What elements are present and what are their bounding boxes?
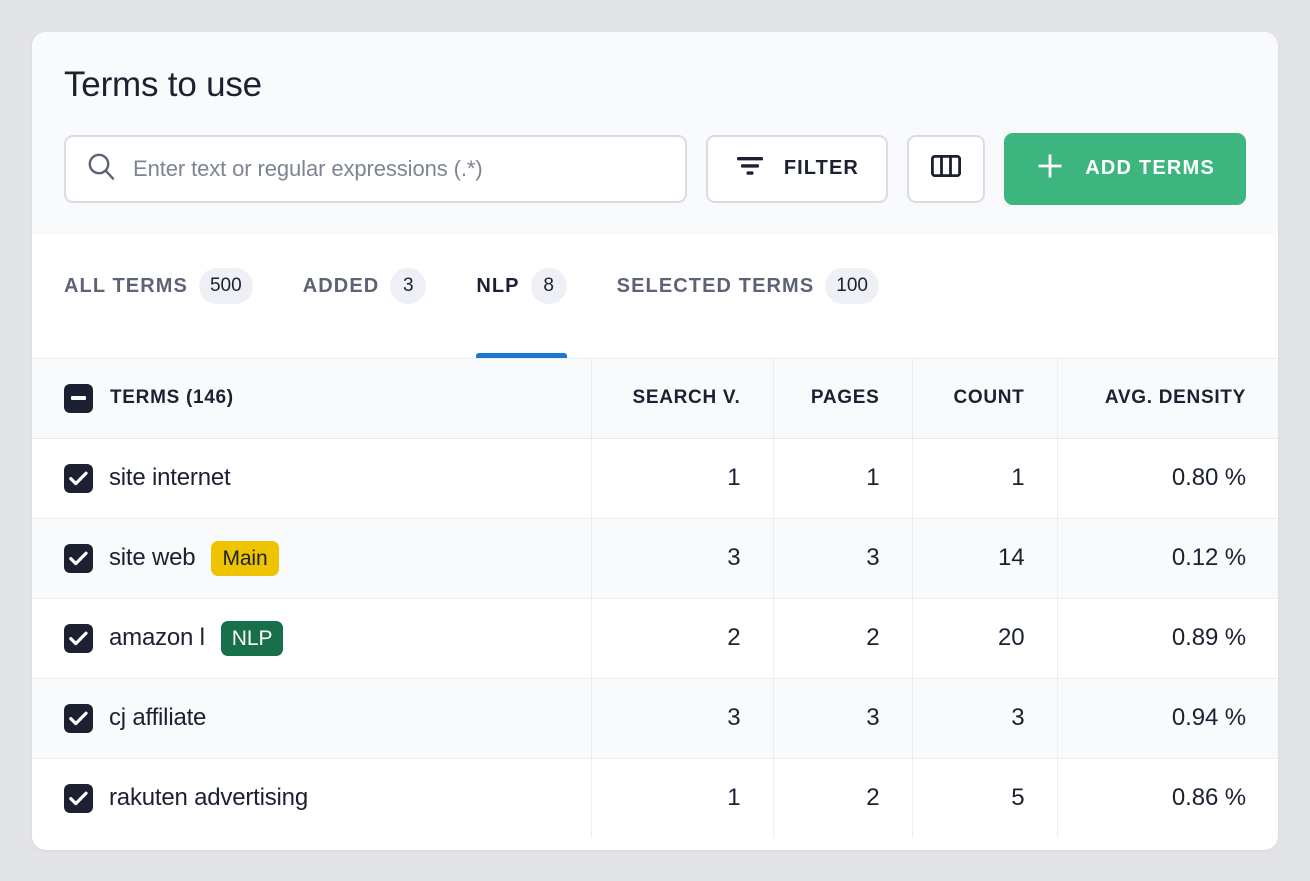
tab-count-badge: 500 bbox=[198, 267, 253, 304]
cell-term: amazon l NLP bbox=[32, 598, 592, 679]
plus-icon bbox=[1035, 151, 1065, 186]
check-icon bbox=[69, 471, 88, 485]
active-tab-indicator bbox=[476, 352, 567, 358]
row-checkbox[interactable] bbox=[64, 623, 93, 653]
filter-button[interactable]: FILTER bbox=[706, 134, 889, 203]
column-header-pages[interactable]: PAGES bbox=[773, 357, 913, 439]
table-body: site internet 1 1 1 0.80 % site web Main… bbox=[32, 438, 1278, 838]
term-label: rakuten advertising bbox=[109, 784, 308, 812]
cell-term: site internet bbox=[32, 438, 592, 519]
check-icon bbox=[69, 711, 88, 725]
column-header-density[interactable]: AVG. DENSITY bbox=[1057, 357, 1278, 439]
select-all-checkbox[interactable] bbox=[64, 383, 93, 413]
row-checkbox[interactable] bbox=[64, 703, 93, 733]
cell-term: cj affiliate bbox=[32, 678, 592, 759]
cell-count: 14 bbox=[912, 518, 1058, 599]
terms-card: Terms to use Enter text or regular expre… bbox=[32, 32, 1278, 850]
table-row[interactable]: rakuten advertising 1 2 5 0.86 % bbox=[32, 758, 1278, 838]
add-terms-button[interactable]: ADD TERMS bbox=[1004, 132, 1246, 205]
tab-label: SELECTED TERMS bbox=[616, 274, 815, 297]
cell-density: 0.80 % bbox=[1057, 438, 1278, 519]
tab-count-badge: 3 bbox=[390, 267, 427, 304]
table-row[interactable]: cj affiliate 3 3 3 0.94 % bbox=[32, 678, 1278, 759]
cell-count: 20 bbox=[912, 598, 1058, 679]
term-label: cj affiliate bbox=[109, 704, 207, 731]
cell-count: 5 bbox=[912, 758, 1058, 838]
cell-pages: 2 bbox=[773, 598, 913, 679]
search-field[interactable] bbox=[64, 134, 688, 203]
tab-nlp[interactable]: NLP 8 bbox=[476, 262, 590, 358]
toolbar: Terms to use Enter text or regular expre… bbox=[32, 32, 1278, 236]
row-checkbox[interactable] bbox=[64, 463, 93, 493]
search-input[interactable] bbox=[133, 155, 666, 182]
table-header-row: TERMS (146) SEARCH V. PAGES COUNT AVG. D… bbox=[32, 357, 1278, 439]
cell-density: 0.94 % bbox=[1057, 678, 1278, 759]
cell-search-volume: 3 bbox=[591, 678, 774, 759]
cell-density: 0.86 % bbox=[1171, 784, 1246, 812]
toolbar-controls: FILTER bbox=[64, 132, 1246, 205]
check-icon bbox=[69, 551, 88, 565]
cell-term: site web Main bbox=[32, 518, 592, 599]
table-row[interactable]: amazon l NLP 2 2 20 0.89 % bbox=[32, 598, 1278, 679]
tab-selected-terms[interactable]: SELECTED TERMS 100 bbox=[617, 262, 903, 358]
filter-icon bbox=[736, 155, 764, 182]
cell-search-volume: 3 bbox=[591, 518, 774, 599]
column-header-count[interactable]: COUNT bbox=[912, 357, 1058, 439]
check-icon bbox=[69, 791, 88, 805]
tab-label: ADDED bbox=[302, 274, 380, 297]
column-header-terms-label: TERMS (146) bbox=[110, 387, 234, 408]
tab-label: NLP bbox=[476, 274, 520, 297]
column-header-search-volume[interactable]: SEARCH V. bbox=[591, 357, 774, 439]
cell-pages: 3 bbox=[773, 678, 913, 759]
filter-button-label: FILTER bbox=[783, 157, 859, 179]
term-label: amazon l bbox=[109, 624, 205, 651]
cell-pages: 1 bbox=[773, 438, 913, 519]
term-label: site internet bbox=[109, 464, 231, 491]
cell-term: rakuten advertising bbox=[32, 758, 592, 838]
cell-density: 0.12 % bbox=[1057, 518, 1278, 599]
cell-count: 3 bbox=[912, 678, 1058, 759]
indeterminate-dash-icon bbox=[71, 396, 86, 400]
tab-count-badge: 8 bbox=[530, 267, 567, 304]
search-icon bbox=[86, 151, 117, 187]
check-icon bbox=[69, 631, 88, 645]
tab-bar: ALL TERMS 500 ADDED 3 NLP 8 SELECTED TER… bbox=[32, 235, 1278, 358]
add-terms-label: ADD TERMS bbox=[1085, 157, 1215, 179]
columns-icon bbox=[931, 153, 962, 184]
table-row[interactable]: site internet 1 1 1 0.80 % bbox=[32, 438, 1278, 519]
main-badge: Main bbox=[211, 540, 279, 576]
cell-search-volume: 1 bbox=[591, 758, 774, 838]
nlp-badge: NLP bbox=[220, 620, 284, 656]
table-row[interactable]: site web Main 3 3 14 0.12 % bbox=[32, 518, 1278, 599]
column-header-terms: TERMS (146) bbox=[32, 357, 592, 439]
table-header: TERMS (146) SEARCH V. PAGES COUNT AVG. D… bbox=[32, 357, 1278, 439]
row-checkbox[interactable] bbox=[64, 783, 93, 813]
tab-all-terms[interactable]: ALL TERMS 500 bbox=[64, 262, 277, 358]
term-label: site web bbox=[109, 544, 196, 571]
cell-pages: 3 bbox=[773, 518, 913, 599]
row-checkbox[interactable] bbox=[64, 543, 93, 573]
terms-table: TERMS (146) SEARCH V. PAGES COUNT AVG. D… bbox=[32, 357, 1278, 838]
page-title: Terms to use bbox=[64, 65, 262, 104]
tab-label: ALL TERMS bbox=[64, 274, 188, 297]
app-root: Terms to use Enter text or regular expre… bbox=[0, 0, 1310, 881]
columns-button[interactable] bbox=[907, 134, 986, 203]
cell-search-volume: 1 bbox=[591, 438, 774, 519]
cell-density: 0.89 % bbox=[1057, 598, 1278, 679]
tab-added[interactable]: ADDED 3 bbox=[303, 262, 451, 358]
tab-count-badge: 100 bbox=[825, 267, 879, 304]
cell-pages: 2 bbox=[773, 758, 913, 838]
cell-search-volume: 2 bbox=[591, 598, 774, 679]
cell-count: 1 bbox=[912, 438, 1058, 519]
